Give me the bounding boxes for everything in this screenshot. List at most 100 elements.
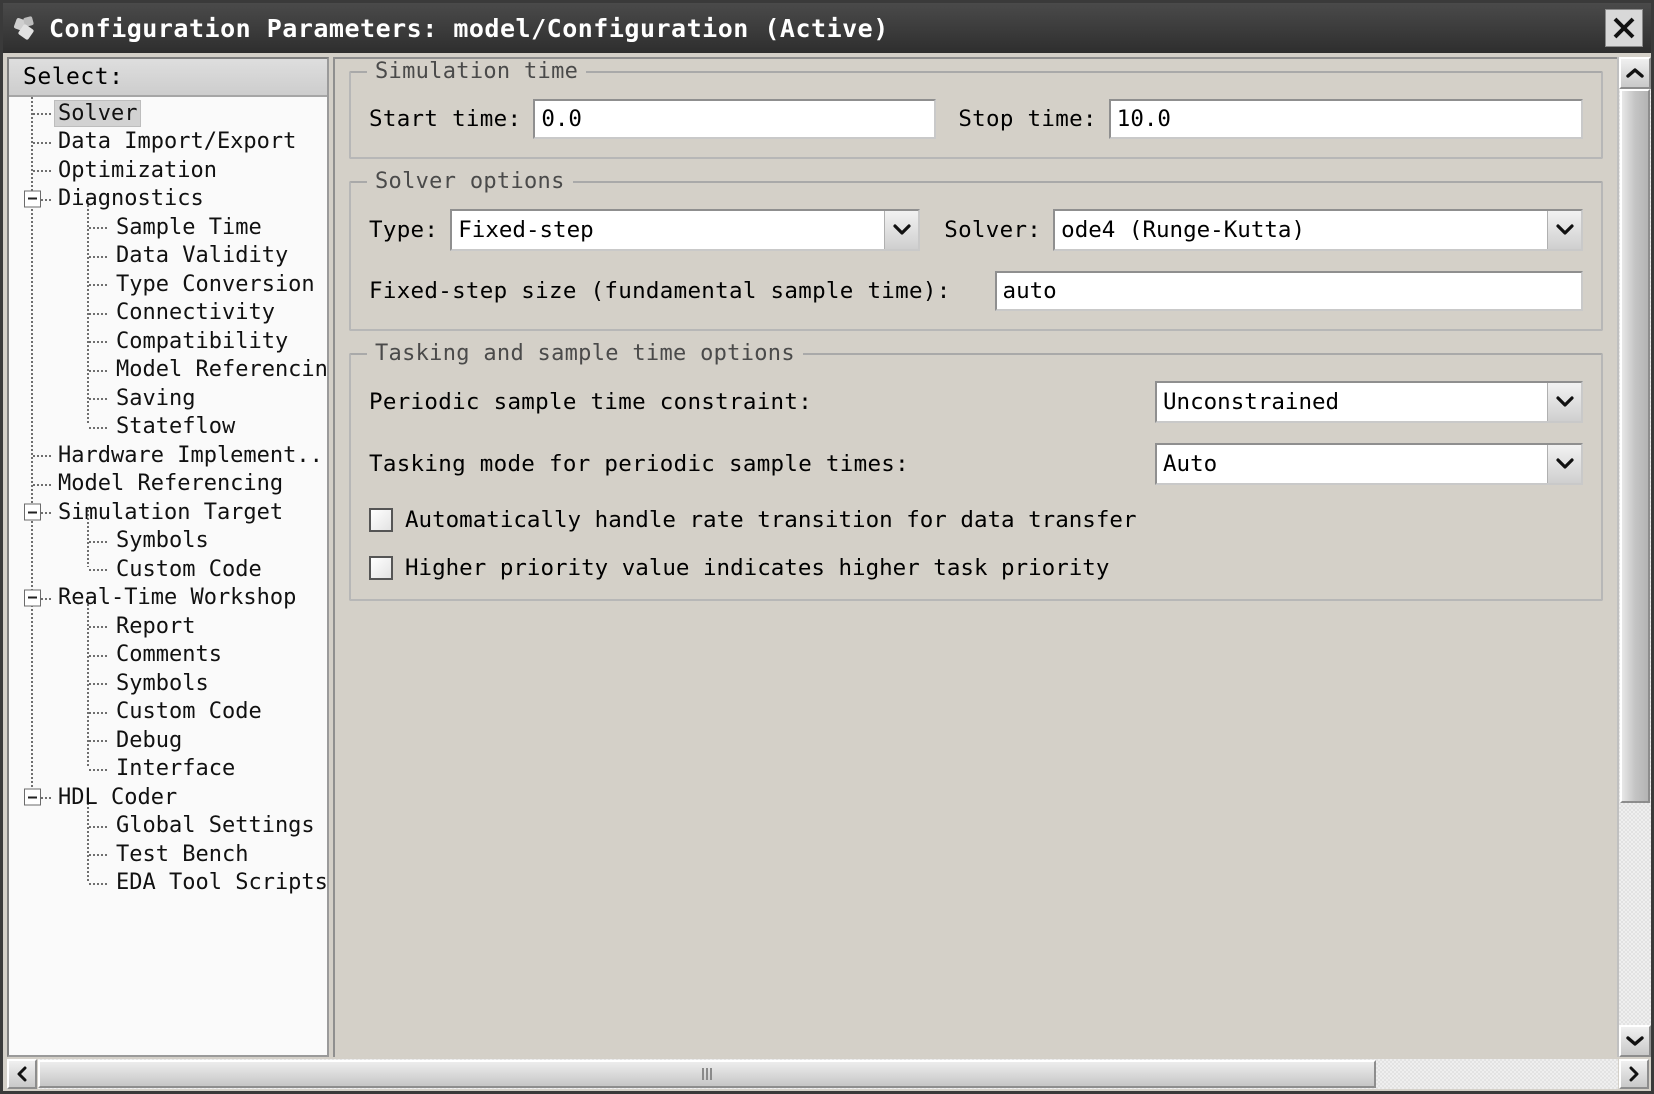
tree-connector [33, 483, 51, 486]
tree-item-hdl-coder[interactable]: HDL Coder [9, 783, 327, 812]
start-time-input[interactable]: 0.0 [533, 99, 937, 139]
tree-item-symbols[interactable]: Symbols [9, 527, 327, 556]
higher-priority-row[interactable]: Higher priority value indicates higher t… [369, 555, 1583, 581]
tasking-mode-dropdown[interactable]: Auto [1155, 443, 1583, 485]
tree-connector [89, 683, 109, 686]
solver-type-dropdown[interactable]: Fixed-step [450, 209, 921, 251]
configuration-tree[interactable]: Solver Data Import/Export Optimization Diag… [9, 97, 327, 1055]
select-header: Select: [9, 59, 327, 97]
tasking-options-legend: Tasking and sample time options [367, 341, 803, 366]
tree-item-label: Hardware Implement... [58, 442, 327, 468]
chevron-down-icon [1626, 1036, 1644, 1046]
scroll-left-button[interactable] [7, 1059, 37, 1089]
fixed-step-size-label: Fixed-step size (fundamental sample time… [369, 278, 951, 304]
solver-type-label: Type: [369, 217, 439, 243]
auto-rate-transition-checkbox[interactable] [369, 508, 393, 532]
tree-item-hardware-implement[interactable]: Hardware Implement... [9, 441, 327, 470]
tree-connector [89, 882, 109, 885]
tree-collapse-toggle[interactable] [24, 190, 41, 208]
tree-collapse-toggle[interactable] [24, 589, 41, 607]
tree-item-label: Simulation Target [58, 499, 284, 525]
scroll-track[interactable] [1619, 89, 1651, 1025]
scroll-thumb[interactable] [1620, 89, 1650, 803]
tree-item-label: Global Settings [116, 813, 315, 839]
tree-item-label: Compatibility [116, 328, 289, 354]
tree-item-solver[interactable]: Solver [9, 99, 327, 128]
solver-value: ode4 (Runge-Kutta) [1061, 217, 1306, 243]
vertical-scrollbar[interactable] [1617, 57, 1651, 1057]
horizontal-scrollbar[interactable] [3, 1057, 1651, 1091]
tree-item-model-referencing[interactable]: Model Referencing [9, 356, 327, 385]
tree-connector [89, 740, 109, 743]
tree-item-label: Model Referencing [58, 471, 284, 497]
tree-item-symbols[interactable]: Symbols [9, 669, 327, 698]
periodic-sample-time-dropdown[interactable]: Unconstrained [1155, 381, 1583, 423]
tree-item-model-referencing[interactable]: Model Referencing [9, 470, 327, 499]
tree-connector [89, 854, 109, 857]
stop-time-input[interactable]: 10.0 [1108, 99, 1583, 139]
tree-item-real-time-workshop[interactable]: Real-Time Workshop [9, 584, 327, 613]
window-body: Select: Solver Data Import/Export Optimiza… [3, 53, 1651, 1057]
tree-item-data-validity[interactable]: Data Validity [9, 242, 327, 271]
tree-collapse-toggle[interactable] [24, 788, 41, 806]
auto-rate-transition-row[interactable]: Automatically handle rate transition for… [369, 507, 1583, 533]
tree-item-diagnostics[interactable]: Diagnostics [9, 185, 327, 214]
solver-pane: Simulation time Start time: 0.0 Stop tim… [333, 57, 1617, 1057]
window-titlebar: Configuration Parameters: model/Configur… [3, 3, 1651, 53]
chevron-down-icon[interactable] [884, 211, 919, 249]
chevron-down-icon[interactable] [1547, 383, 1581, 421]
tree-item-optimization[interactable]: Optimization [9, 156, 327, 185]
tree-item-label: Data Validity [116, 243, 289, 269]
scroll-right-button[interactable] [1619, 1059, 1649, 1089]
tree-collapse-toggle[interactable] [24, 503, 41, 521]
tree-item-stateflow[interactable]: Stateflow [9, 413, 327, 442]
tree-connector [89, 654, 109, 657]
tree-item-label: Interface [116, 756, 236, 782]
tree-item-label: Sample Time [116, 214, 262, 240]
scroll-up-button[interactable] [1619, 57, 1651, 89]
tree-item-label: Report [116, 613, 196, 639]
tree-item-debug[interactable]: Debug [9, 726, 327, 755]
solver-label: Solver: [944, 217, 1042, 243]
solver-dropdown[interactable]: ode4 (Runge-Kutta) [1053, 209, 1583, 251]
chevron-down-icon[interactable] [1547, 211, 1581, 249]
tree-item-label: Connectivity [116, 300, 275, 326]
simulation-time-legend: Simulation time [367, 59, 587, 84]
tree-item-eda-tool-scripts[interactable]: EDA Tool Scripts [9, 869, 327, 898]
tree-item-type-conversion[interactable]: Type Conversion [9, 270, 327, 299]
tree-item-label: Debug [116, 727, 183, 753]
close-button[interactable] [1605, 9, 1643, 47]
tree-item-comments[interactable]: Comments [9, 641, 327, 670]
fixed-step-size-input[interactable]: auto [994, 271, 1583, 311]
periodic-sample-time-label: Periodic sample time constraint: [369, 389, 813, 415]
tree-connector [33, 141, 51, 144]
tree-connector [89, 768, 109, 771]
tree-item-label: Symbols [116, 528, 209, 554]
tree-connector [89, 284, 109, 287]
tree-item-report[interactable]: Report [9, 612, 327, 641]
tree-item-label: Solver [55, 100, 141, 126]
content-wrapper: Simulation time Start time: 0.0 Stop tim… [333, 57, 1651, 1057]
tree-item-sample-time[interactable]: Sample Time [9, 213, 327, 242]
horizontal-scroll-track[interactable] [38, 1059, 1618, 1089]
horizontal-scroll-thumb[interactable] [38, 1060, 1376, 1088]
higher-priority-checkbox[interactable] [369, 556, 393, 580]
tree-item-saving[interactable]: Saving [9, 384, 327, 413]
scroll-down-button[interactable] [1619, 1025, 1651, 1057]
tasking-mode-value: Auto [1163, 451, 1218, 477]
tree-item-compatibility[interactable]: Compatibility [9, 327, 327, 356]
tree-item-simulation-target[interactable]: Simulation Target [9, 498, 327, 527]
chevron-down-icon[interactable] [1547, 445, 1581, 483]
tree-item-interface[interactable]: Interface [9, 755, 327, 784]
tree-item-global-settings[interactable]: Global Settings [9, 812, 327, 841]
chevron-left-icon [17, 1066, 27, 1082]
tree-connector [33, 455, 51, 458]
tree-item-test-bench[interactable]: Test Bench [9, 840, 327, 869]
tree-item-custom-code[interactable]: Custom Code [9, 555, 327, 584]
tree-connector [33, 113, 51, 116]
tree-connector [89, 312, 109, 315]
tree-item-custom-code[interactable]: Custom Code [9, 698, 327, 727]
tasking-mode-label: Tasking mode for periodic sample times: [369, 451, 909, 477]
tree-item-data-import-export[interactable]: Data Import/Export [9, 128, 327, 157]
tree-item-connectivity[interactable]: Connectivity [9, 299, 327, 328]
